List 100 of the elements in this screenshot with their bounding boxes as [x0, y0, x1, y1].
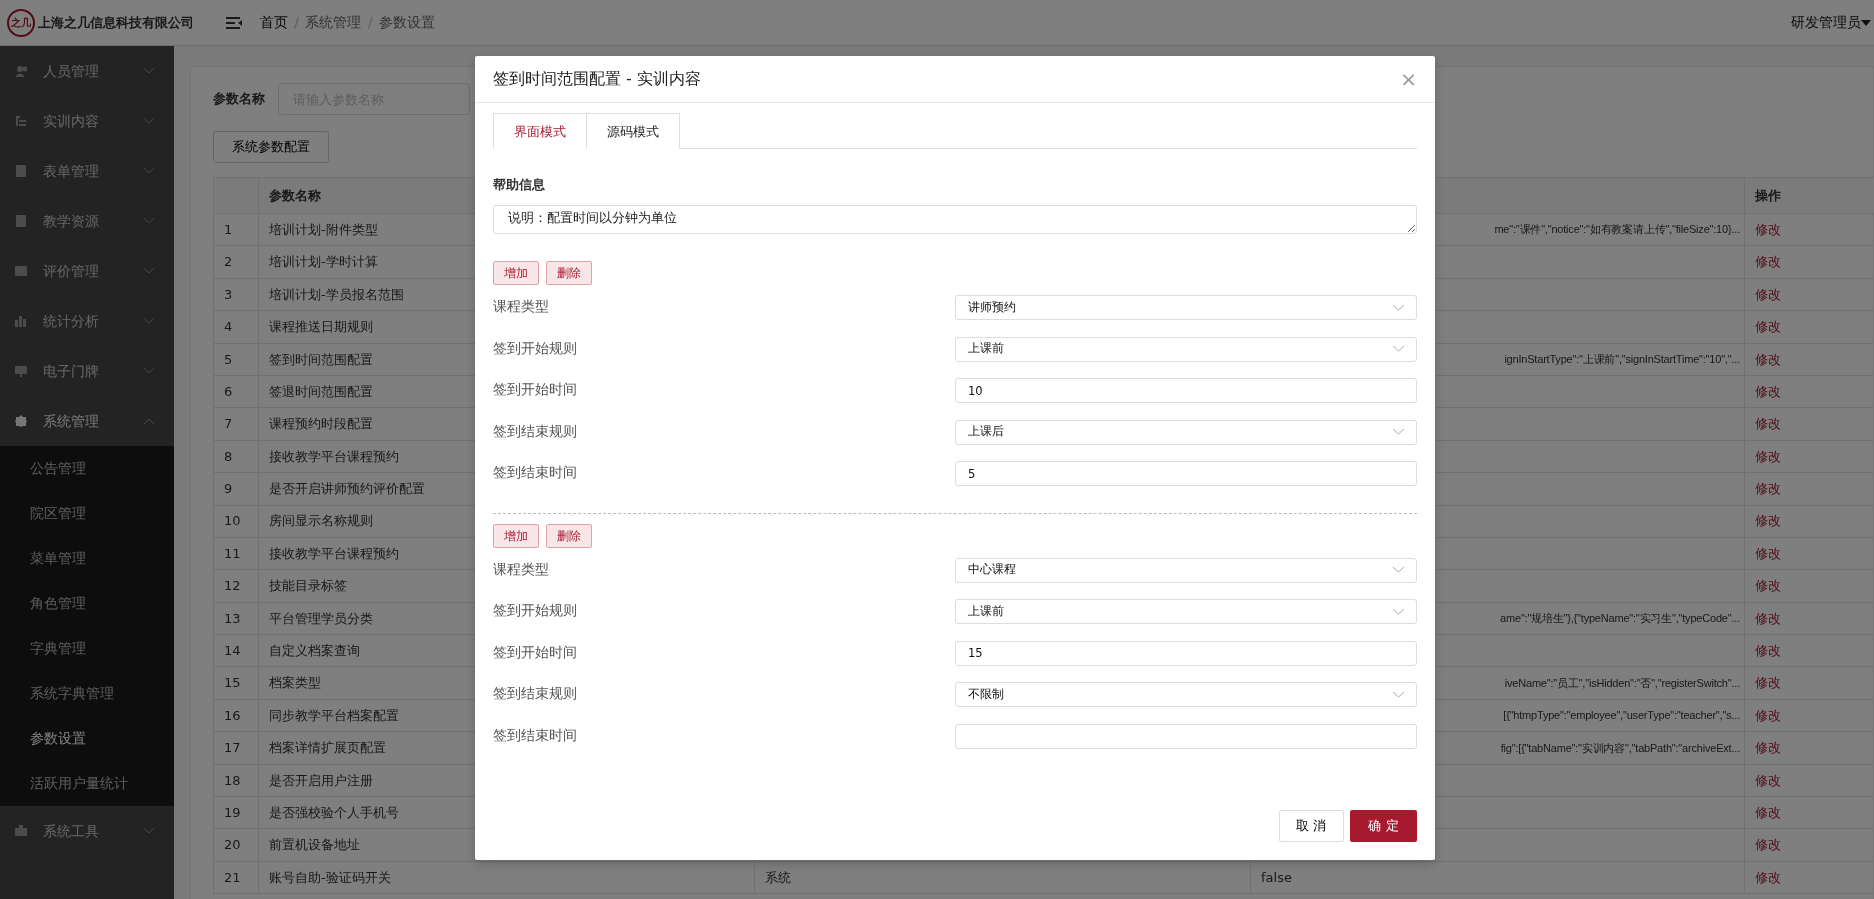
submenu-item[interactable]: 活跃用户量统计: [0, 761, 174, 806]
row-number: 11: [224, 545, 241, 561]
row-number: 20: [224, 837, 241, 853]
table-cell: 接收教学平台课程预约: [269, 545, 399, 561]
select-field[interactable]: 中心课程: [955, 557, 1417, 583]
close-button[interactable]: ×: [1400, 64, 1417, 94]
modal-title: 签到时间范围配置 - 实训内容: [493, 68, 701, 90]
submenu-item[interactable]: 系统字典管理: [0, 671, 174, 716]
input-field[interactable]: 5: [955, 461, 1417, 486]
breadcrumb-link[interactable]: 首页: [259, 12, 288, 33]
bar-chart-icon: [15, 315, 27, 327]
tab[interactable]: 界面模式: [493, 113, 587, 149]
add-button[interactable]: 增加: [493, 523, 539, 548]
table-cell: [{"htmpType":"employee","userType":"teacher","s...: [1503, 709, 1740, 722]
edit-link[interactable]: 修改: [1755, 254, 1781, 270]
chevron-icon: [144, 828, 154, 834]
input-field[interactable]: 15: [955, 640, 1417, 666]
sidebar-item[interactable]: 人员管理: [43, 60, 99, 82]
table-cell: 档案详情扩展页配置: [269, 740, 386, 756]
card-icon: [15, 265, 27, 277]
submenu-item[interactable]: 院区管理: [0, 491, 174, 536]
input-field[interactable]: [955, 723, 1417, 749]
submenu-item[interactable]: 参数设置: [0, 716, 174, 761]
edit-link[interactable]: 修改: [1755, 416, 1781, 432]
submenu-item[interactable]: 公告管理: [0, 446, 174, 491]
row-number: 14: [224, 643, 241, 658]
submenu-item[interactable]: 字典管理: [0, 626, 174, 671]
sidebar-item[interactable]: 统计分析: [43, 310, 99, 332]
config-button[interactable]: 系统参数配置: [213, 131, 329, 163]
sidebar-item[interactable]: 教学资源: [43, 210, 99, 232]
edit-link[interactable]: 修改: [1755, 383, 1781, 399]
table-cell: 培训计划-学员报名范围: [269, 286, 404, 302]
user-menu[interactable]: 研发管理员: [1790, 12, 1861, 33]
toolbox-icon: [15, 825, 27, 837]
edit-link[interactable]: 修改: [1755, 740, 1781, 756]
select-field[interactable]: 上课后: [955, 419, 1417, 445]
cancel-button[interactable]: 取 消: [1278, 810, 1344, 842]
gear-icon: [15, 415, 27, 427]
edit-link[interactable]: 修改: [1755, 675, 1781, 691]
edit-link[interactable]: 修改: [1755, 286, 1781, 302]
table-cell: 课程推送日期规则: [269, 319, 373, 335]
sidebar-item[interactable]: 系统管理: [43, 410, 99, 432]
edit-link[interactable]: 修改: [1755, 707, 1781, 723]
users-icon: [15, 65, 27, 77]
edit-link[interactable]: 修改: [1755, 772, 1781, 788]
edit-link[interactable]: 修改: [1755, 804, 1781, 820]
chevron-icon: [1393, 304, 1404, 311]
delete-button[interactable]: 删除: [545, 261, 592, 285]
select-field[interactable]: 上课前: [955, 336, 1417, 362]
sidebar-item[interactable]: 实训内容: [43, 110, 99, 132]
breadcrumb-link[interactable]: 参数设置: [379, 12, 436, 33]
table-cell: 签到时间范围配置: [269, 351, 373, 367]
field-label: 签到结束时间: [493, 725, 578, 745]
sidebar-item[interactable]: 表单管理: [43, 160, 99, 182]
row-number: 5: [224, 351, 233, 367]
field-label: 签到结束规则: [493, 684, 578, 703]
edit-link[interactable]: 修改: [1755, 481, 1781, 497]
add-button[interactable]: 增加: [493, 261, 539, 285]
breadcrumb-link[interactable]: 系统管理: [305, 12, 362, 33]
row-number: 8: [224, 448, 233, 464]
help-text-area[interactable]: 说明：配置时间以分钟为单位: [493, 204, 1417, 234]
select-field[interactable]: 不限制: [955, 682, 1417, 707]
edit-link[interactable]: 修改: [1755, 545, 1781, 561]
table-cell: 账号自助-验证码开关: [269, 869, 391, 885]
table-cell: 培训计划-学时计算: [269, 254, 378, 270]
edit-link[interactable]: 修改: [1755, 319, 1781, 335]
select-field[interactable]: 上课前: [955, 599, 1417, 624]
table-cell: 系统: [765, 869, 791, 885]
row-number: 3: [224, 286, 233, 302]
delete-button[interactable]: 删除: [545, 523, 592, 548]
edit-link[interactable]: 修改: [1755, 351, 1781, 367]
edit-link[interactable]: 修改: [1755, 869, 1781, 885]
table-cell: 技能目录标签: [269, 578, 347, 594]
sidebar-item[interactable]: 电子门牌: [43, 360, 99, 382]
submenu-item[interactable]: 角色管理: [0, 581, 174, 626]
edit-link[interactable]: 修改: [1755, 221, 1781, 237]
edit-link[interactable]: 修改: [1755, 578, 1781, 594]
row-number: 19: [224, 804, 241, 820]
edit-link[interactable]: 修改: [1755, 643, 1781, 658]
chevron-icon: [144, 168, 154, 174]
edit-link[interactable]: 修改: [1755, 610, 1781, 626]
edit-link[interactable]: 修改: [1755, 837, 1781, 853]
caret-icon: [1860, 18, 1871, 27]
edit-link[interactable]: 修改: [1755, 448, 1781, 464]
table-cell: ame":"规培生"},{"typeName":"实习生","typeCode"...: [1500, 612, 1740, 625]
field-label: 签到开始规则: [493, 338, 578, 358]
field-label: 签到开始时间: [493, 380, 578, 399]
submenu-item[interactable]: 菜单管理: [0, 536, 174, 581]
company-name: 上海之几信息科技有限公司: [37, 13, 195, 32]
row-number: 16: [224, 707, 241, 723]
sidebar-item[interactable]: 评价管理: [43, 260, 99, 282]
confirm-button[interactable]: 确 定: [1350, 810, 1417, 842]
search-label: 参数名称: [213, 90, 265, 109]
sidebar-item[interactable]: 系统工具: [43, 820, 99, 842]
input-field[interactable]: 10: [955, 378, 1417, 403]
column-header: 参数名称: [269, 187, 321, 203]
edit-link[interactable]: 修改: [1755, 513, 1781, 529]
select-field[interactable]: 讲师预约: [955, 295, 1417, 320]
tab[interactable]: 源码模式: [587, 113, 680, 149]
chevron-icon: [144, 118, 154, 124]
